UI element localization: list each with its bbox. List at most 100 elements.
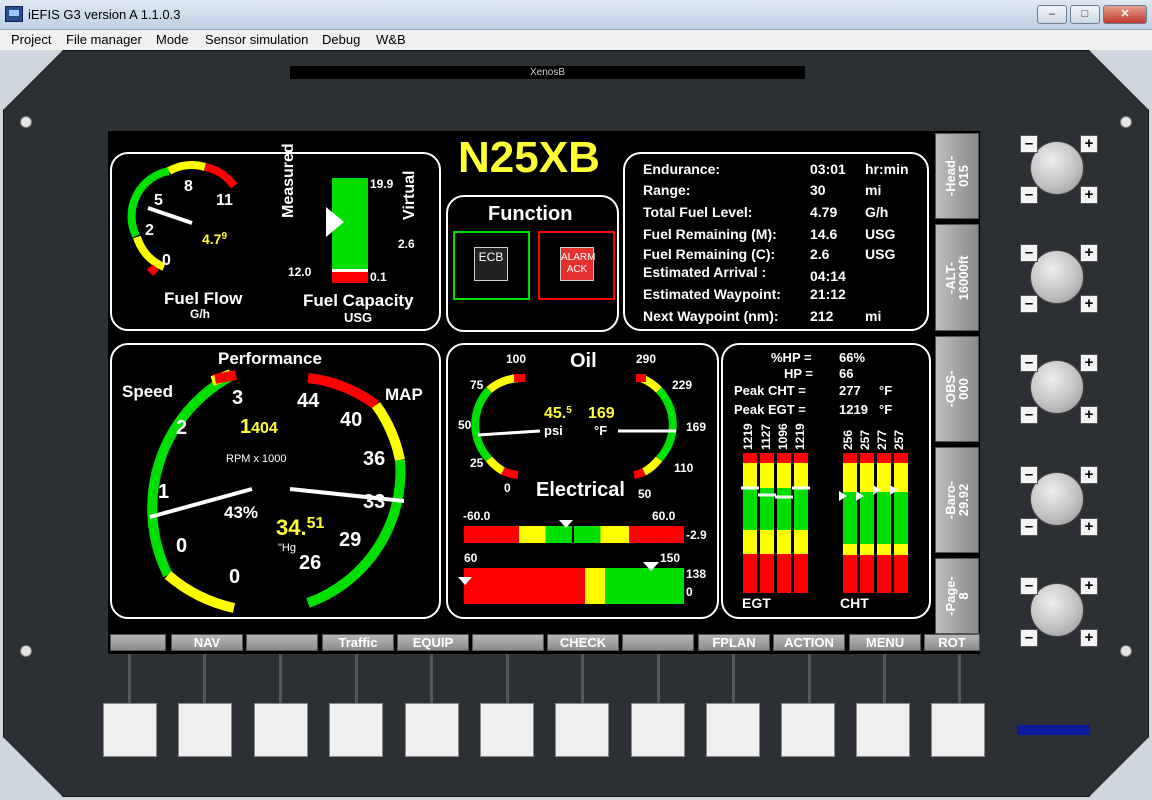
hardware-key-11[interactable] [856,703,910,757]
info-panel: Endurance: 03:01 hr:min Range: 30 mi Tot… [623,152,929,331]
softkey-label-fplan[interactable]: FPLAN [698,634,770,651]
knob-alt[interactable] [1030,250,1084,304]
info-value: 21:12 [810,286,846,302]
softkey-label-traffic[interactable]: Traffic [322,634,394,651]
softkey-label-1[interactable] [110,634,166,651]
softkey-label-nav[interactable]: NAV [171,634,243,651]
hardware-key-8[interactable] [631,703,685,757]
hardware-key-7[interactable] [555,703,609,757]
menu-sensor-simulation[interactable]: Sensor simulation [205,32,308,47]
knob-page-plus[interactable]: + [1080,629,1098,647]
maximize-button[interactable]: □ [1070,5,1100,24]
knob-baro-minus[interactable]: – [1020,466,1038,484]
screw-icon [1120,645,1132,657]
knob-baro-plus[interactable]: + [1080,466,1098,484]
knob-obs-minus[interactable]: – [1020,406,1038,424]
hardware-key-9[interactable] [706,703,760,757]
alarm-ack-icon: ALARM ACK [560,247,595,281]
softkey-label-equip[interactable]: EQUIP [397,634,469,651]
screw-icon [1120,116,1132,128]
knob-obs-minus[interactable]: – [1020,354,1038,372]
obs-button[interactable]: -OBS- 000 [935,336,979,442]
info-unit: USG [865,226,896,242]
knob-alt-plus[interactable]: + [1080,244,1098,262]
softkey-label-rot[interactable]: ROT [924,634,980,651]
menu-file-manager[interactable]: File manager [66,32,142,47]
hardware-key-10[interactable] [781,703,835,757]
knob-baro[interactable] [1030,472,1084,526]
knob-alt-plus[interactable]: + [1080,295,1098,313]
knob-head[interactable] [1030,141,1084,195]
fuel-capacity-left-bottom: 12.0 [288,265,312,279]
ecb-icon: ECB [474,247,508,281]
hardware-key-12[interactable] [931,703,985,757]
menu-mode[interactable]: Mode [156,32,189,47]
info-label: Fuel Remaining (C): [643,246,776,262]
knob-page[interactable] [1030,583,1084,637]
speed-tick: 1 [158,481,170,503]
menu-project[interactable]: Project [11,32,51,47]
alt-button[interactable]: -ALT- 16000ft [935,224,979,331]
softkey-label-8[interactable] [622,634,694,651]
speed-tick: 2 [176,417,188,439]
knob-head-minus[interactable]: – [1020,135,1038,153]
baro-button[interactable]: -Baro- 29.92 [935,447,979,553]
softkey-label-menu[interactable]: MENU [849,634,921,651]
knob-obs-plus[interactable]: + [1080,354,1098,372]
hardware-key-6[interactable] [480,703,534,757]
window-title: iEFIS G3 version A 1.1.0.3 [28,7,181,22]
function-panel: Function ECB ALARM ACK [446,195,619,332]
info-value: 2.6 [810,246,830,262]
minimize-button[interactable]: – [1037,5,1067,24]
hardware-key-5[interactable] [405,703,459,757]
screw-icon [20,645,32,657]
knob-obs[interactable] [1030,360,1084,414]
close-button[interactable]: ✕ [1103,5,1147,24]
key-stem [506,654,509,703]
head-button[interactable]: -Head- 015 [935,133,979,219]
fuel-capacity-right-bottom: 0.1 [370,270,387,284]
softkey-label-action[interactable]: ACTION [773,634,845,651]
info-label: Endurance: [643,161,721,177]
hardware-key-1[interactable] [103,703,157,757]
speed-label: Speed [122,382,174,401]
fuel-capacity-mid: 2.6 [398,237,415,251]
knob-alt-minus[interactable]: – [1020,244,1038,262]
info-value: 04:14 [810,268,846,284]
map-tick: 33 [363,491,386,513]
menu-debug[interactable]: Debug [322,32,360,47]
info-value: 30 [810,182,826,198]
info-value: 14.6 [810,226,838,242]
knob-head-minus[interactable]: – [1020,186,1038,204]
map-tick: 26 [299,552,322,574]
hardware-key-4[interactable] [329,703,383,757]
softkey-label-check[interactable]: CHECK [547,634,619,651]
ecb-button[interactable]: ECB [453,231,530,300]
info-label: Total Fuel Level: [643,204,753,220]
performance-panel: Performance Speed MAP 3 2 1 0 0 44 40 36… [110,343,441,619]
softkey-label-3[interactable] [246,634,318,651]
info-value: 4.79 [810,204,838,220]
knob-head-plus[interactable]: + [1080,135,1098,153]
softkey-label-6[interactable] [472,634,544,651]
page-button[interactable]: -Page- 8 [935,558,979,634]
info-unit: USG [865,246,896,262]
knob-obs-plus[interactable]: + [1080,406,1098,424]
knob-baro-plus[interactable]: + [1080,518,1098,536]
knob-page-plus[interactable]: + [1080,577,1098,595]
alarm-ack-button[interactable]: ALARM ACK [538,231,615,300]
info-label: Next Waypoint (nm): [643,308,779,324]
knob-page-minus[interactable]: – [1020,577,1038,595]
knob-alt-minus[interactable]: – [1020,295,1038,313]
rpm-label: RPM x 1000 [226,453,287,465]
knob-page-minus[interactable]: – [1020,629,1038,647]
fuel-capacity-title: Fuel Capacity [303,291,414,310]
speed-tick: 0 [176,535,188,557]
hardware-key-3[interactable] [254,703,308,757]
efis-screen: N25XB 0 2 5 8 11 4.79 Fuel Flow G/h Meas… [108,131,980,654]
menu-wb[interactable]: W&B [376,32,406,47]
knob-baro-minus[interactable]: – [1020,518,1038,536]
knob-head-plus[interactable]: + [1080,186,1098,204]
hardware-key-2[interactable] [178,703,232,757]
key-stem [430,654,433,703]
